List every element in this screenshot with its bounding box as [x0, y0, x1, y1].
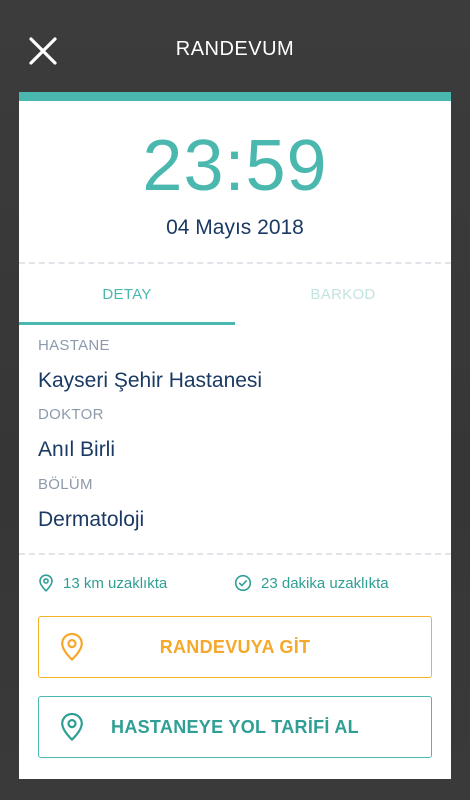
tab-detail[interactable]: DETAY	[19, 264, 235, 324]
appointment-date: 04 Mayıs 2018	[166, 216, 304, 239]
travel-info: 13 km uzaklıkta 23 dakika uzaklıkta	[19, 574, 451, 596]
doctor-value: Anıl Birli	[38, 438, 116, 461]
duration-info: 23 dakika uzaklıkta	[234, 574, 389, 592]
active-tab-indicator	[19, 322, 235, 325]
top-bar: RANDEVUM	[0, 0, 470, 92]
distance-text: 13 km uzaklıkta	[63, 574, 168, 592]
appointment-time: 23:59	[142, 126, 328, 206]
go-to-appointment-label: RANDEVUYA GİT	[159, 636, 311, 657]
get-directions-button[interactable]: HASTANEYE YOL TARİFİ AL	[38, 696, 432, 758]
doctor-label: DOKTOR	[38, 406, 104, 423]
get-directions-label: HASTANEYE YOL TARİFİ AL	[111, 716, 359, 737]
location-pin-icon	[39, 574, 53, 592]
page-title: RANDEVUM	[175, 38, 295, 60]
hospital-value: Kayseri Şehir Hastanesi	[38, 369, 263, 392]
tab-bar: DETAY BARKOD	[19, 264, 451, 326]
go-to-appointment-button[interactable]: RANDEVUYA GİT	[38, 616, 432, 678]
check-circle-icon	[234, 574, 252, 592]
card-accent-bar	[19, 92, 451, 101]
hospital-label: HASTANE	[38, 337, 110, 354]
department-value: Dermatoloji	[38, 508, 145, 531]
location-pin-icon	[61, 712, 83, 742]
duration-text: 23 dakika uzaklıkta	[261, 574, 389, 592]
location-pin-icon	[61, 632, 83, 662]
divider	[19, 553, 451, 555]
appointment-card: 23:59 04 Mayıs 2018 DETAY BARKOD HASTANE…	[19, 92, 451, 779]
distance-info: 13 km uzaklıkta	[38, 574, 167, 592]
department-label: BÖLÜM	[38, 476, 93, 493]
tab-barcode[interactable]: BARKOD	[235, 264, 451, 324]
